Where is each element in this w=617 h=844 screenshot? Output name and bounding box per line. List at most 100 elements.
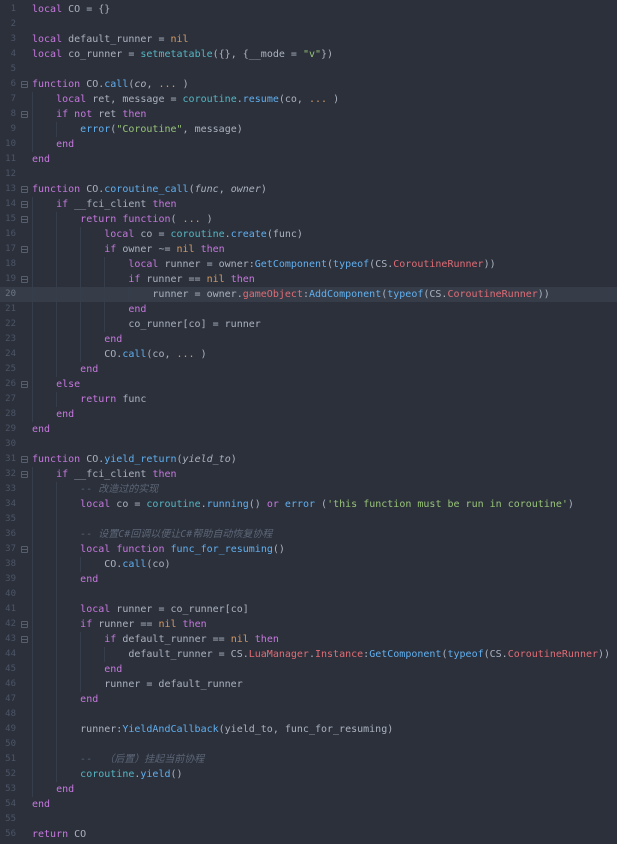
code-line[interactable]: 11 end	[0, 152, 617, 167]
code-line[interactable]: 9 error("Coroutine", message)	[0, 122, 617, 137]
code-editor[interactable]: 1 local CO = {} 2 3 local default_runner = n…	[0, 0, 617, 844]
line-number[interactable]: 39	[0, 572, 16, 587]
code-content[interactable]: local runner = co_runner[co]	[32, 602, 617, 617]
code-line[interactable]: 6 function CO.call(co, ... )	[0, 77, 617, 92]
code-line[interactable]: 5	[0, 62, 617, 77]
code-content[interactable]	[32, 167, 617, 182]
fold-toggle-icon[interactable]	[20, 216, 28, 223]
line-number[interactable]: 25	[0, 362, 16, 377]
code-content[interactable]	[32, 707, 617, 722]
line-number[interactable]: 26	[0, 377, 16, 392]
code-line[interactable]: 53 end	[0, 782, 617, 797]
fold-toggle-icon[interactable]	[20, 381, 28, 388]
code-content[interactable]: end	[32, 362, 617, 377]
code-line[interactable]: 45 end	[0, 662, 617, 677]
code-line[interactable]: 46 runner = default_runner	[0, 677, 617, 692]
line-number[interactable]: 24	[0, 347, 16, 362]
code-content[interactable]: return function( ... )	[32, 212, 617, 227]
code-content[interactable]: coroutine.yield()	[32, 767, 617, 782]
line-number[interactable]: 40	[0, 587, 16, 602]
code-content[interactable]: co_runner[co] = runner	[32, 317, 617, 332]
line-number[interactable]: 3	[0, 32, 16, 47]
code-line[interactable]: 26 else	[0, 377, 617, 392]
line-number[interactable]: 44	[0, 647, 16, 662]
code-content[interactable]: runner = owner.gameObject:AddComponent(t…	[32, 287, 617, 302]
code-content[interactable]: end	[32, 572, 617, 587]
code-line[interactable]: 37 local function func_for_resuming()	[0, 542, 617, 557]
code-content[interactable]: function CO.yield_return(yield_to)	[32, 452, 617, 467]
fold-toggle-icon[interactable]	[20, 246, 28, 253]
code-content[interactable]: function CO.coroutine_call(func, owner)	[32, 182, 617, 197]
line-number[interactable]: 55	[0, 812, 16, 827]
code-content[interactable]	[32, 512, 617, 527]
line-number[interactable]: 10	[0, 137, 16, 152]
code-line-current[interactable]: 20 runner = owner.gameObject:AddComponen…	[0, 287, 617, 302]
line-number[interactable]: 14	[0, 197, 16, 212]
line-number[interactable]: 53	[0, 782, 16, 797]
code-content[interactable]: end	[32, 137, 617, 152]
line-number[interactable]: 46	[0, 677, 16, 692]
fold-toggle-icon[interactable]	[20, 201, 28, 208]
code-content[interactable]: end	[32, 152, 617, 167]
line-number[interactable]: 43	[0, 632, 16, 647]
code-content[interactable]: end	[32, 662, 617, 677]
code-content[interactable]: error("Coroutine", message)	[32, 122, 617, 137]
fold-toggle-icon[interactable]	[20, 276, 28, 283]
code-content[interactable]: local runner = owner:GetComponent(typeof…	[32, 257, 617, 272]
code-content[interactable]: if __fci_client then	[32, 197, 617, 212]
code-line[interactable]: 8 if not ret then	[0, 107, 617, 122]
code-content[interactable]: if runner == nil then	[32, 272, 617, 287]
line-number[interactable]: 51	[0, 752, 16, 767]
code-line[interactable]: 21 end	[0, 302, 617, 317]
code-line[interactable]: 54 end	[0, 797, 617, 812]
line-number[interactable]: 37	[0, 542, 16, 557]
code-line[interactable]: 32 if __fci_client then	[0, 467, 617, 482]
code-content[interactable]: if runner == nil then	[32, 617, 617, 632]
code-line[interactable]: 51 -- （后置）挂起当前协程	[0, 752, 617, 767]
code-line[interactable]: 41 local runner = co_runner[co]	[0, 602, 617, 617]
code-line[interactable]: 27 return func	[0, 392, 617, 407]
line-number[interactable]: 29	[0, 422, 16, 437]
line-number[interactable]: 52	[0, 767, 16, 782]
code-line[interactable]: 39 end	[0, 572, 617, 587]
code-line[interactable]: 36 -- 设置C#回调以便让C#帮助自动恢复协程	[0, 527, 617, 542]
code-content[interactable]: end	[32, 407, 617, 422]
code-line[interactable]: 52 coroutine.yield()	[0, 767, 617, 782]
code-content[interactable]: CO.call(co)	[32, 557, 617, 572]
line-number[interactable]: 36	[0, 527, 16, 542]
fold-toggle-icon[interactable]	[20, 546, 28, 553]
code-line[interactable]: 42 if runner == nil then	[0, 617, 617, 632]
code-content[interactable]: local function func_for_resuming()	[32, 542, 617, 557]
code-line[interactable]: 22 co_runner[co] = runner	[0, 317, 617, 332]
code-line[interactable]: 24 CO.call(co, ... )	[0, 347, 617, 362]
line-number[interactable]: 7	[0, 92, 16, 107]
line-number[interactable]: 32	[0, 467, 16, 482]
line-number[interactable]: 45	[0, 662, 16, 677]
code-content[interactable]: else	[32, 377, 617, 392]
code-content[interactable]: end	[32, 302, 617, 317]
line-number[interactable]: 8	[0, 107, 16, 122]
code-content[interactable]	[32, 812, 617, 827]
line-number[interactable]: 2	[0, 17, 16, 32]
code-line[interactable]: 55	[0, 812, 617, 827]
code-content[interactable]: local CO = {}	[32, 2, 617, 17]
code-line[interactable]: 1 local CO = {}	[0, 2, 617, 17]
code-line[interactable]: 19 if runner == nil then	[0, 272, 617, 287]
line-number[interactable]: 35	[0, 512, 16, 527]
line-number[interactable]: 56	[0, 827, 16, 842]
code-content[interactable]: end	[32, 782, 617, 797]
line-number[interactable]: 23	[0, 332, 16, 347]
fold-toggle-icon[interactable]	[20, 471, 28, 478]
code-content[interactable]: if not ret then	[32, 107, 617, 122]
code-content[interactable]: runner = default_runner	[32, 677, 617, 692]
line-number[interactable]: 54	[0, 797, 16, 812]
line-number[interactable]: 9	[0, 122, 16, 137]
code-line[interactable]: 25 end	[0, 362, 617, 377]
code-content[interactable]	[32, 17, 617, 32]
code-content[interactable]: -- 改造过的实现	[32, 482, 617, 497]
line-number[interactable]: 6	[0, 77, 16, 92]
code-line[interactable]: 17 if owner ~= nil then	[0, 242, 617, 257]
code-content[interactable]: end	[32, 692, 617, 707]
code-content[interactable]	[32, 62, 617, 77]
code-line[interactable]: 23 end	[0, 332, 617, 347]
